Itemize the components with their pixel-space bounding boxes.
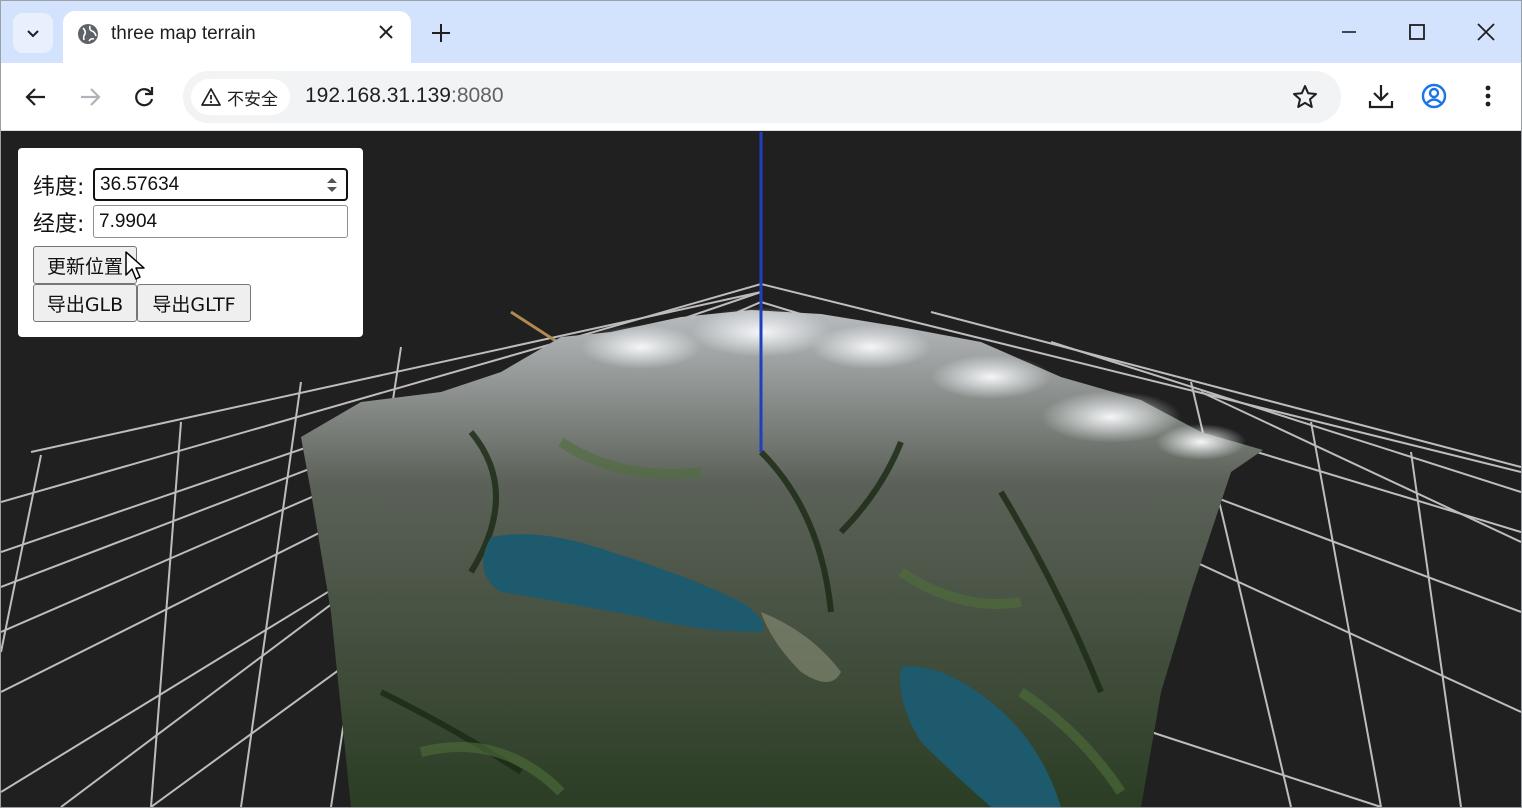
download-icon[interactable]	[1366, 81, 1396, 111]
longitude-label: 经度:	[33, 211, 85, 237]
browser-toolbar: 不安全 192.168.31.139:8080	[1, 63, 1521, 131]
more-vert-icon[interactable]	[1473, 81, 1503, 111]
longitude-input[interactable]: 7.9904	[93, 205, 348, 238]
plus-icon[interactable]	[427, 19, 455, 47]
profile-icon[interactable]	[1419, 81, 1449, 111]
tab-active[interactable]: three map terrain	[63, 11, 411, 63]
update-position-button[interactable]: 更新位置	[33, 246, 137, 284]
export-gltf-button[interactable]: 导出GLTF	[137, 284, 251, 322]
url-text[interactable]: 192.168.31.139:8080	[305, 84, 504, 108]
latitude-value: 36.57634	[100, 173, 180, 195]
three-canvas[interactable]: 纬度: 36.57634 经度: 7.9904 更新位置 导出GLB 导出GLT…	[1, 132, 1521, 807]
close-window-button[interactable]	[1471, 17, 1501, 47]
minimize-button[interactable]	[1334, 17, 1364, 47]
spinner-icon[interactable]	[326, 175, 338, 195]
longitude-value: 7.9904	[99, 210, 158, 232]
tab-title: three map terrain	[111, 23, 256, 44]
mouse-cursor-icon	[125, 251, 145, 280]
chevron-down-icon	[27, 30, 39, 38]
maximize-button[interactable]	[1402, 17, 1432, 47]
close-icon	[1477, 23, 1495, 41]
terrain-surface	[301, 310, 1263, 807]
tab-search-button[interactable]	[13, 13, 53, 53]
browser-window: three map terrain 不安全 192.168.31.139:808…	[0, 0, 1522, 808]
minimize-icon	[1342, 31, 1356, 33]
export-glb-button[interactable]: 导出GLB	[33, 284, 137, 322]
latitude-label: 纬度:	[33, 174, 85, 200]
security-chip[interactable]: 不安全	[191, 79, 290, 115]
control-panel: 纬度: 36.57634 经度: 7.9904 更新位置 导出GLB 导出GLT…	[18, 148, 363, 337]
globe-icon	[78, 24, 98, 44]
latitude-row: 纬度: 36.57634	[33, 168, 348, 201]
longitude-row: 经度: 7.9904	[33, 205, 348, 238]
url-port: :8080	[450, 84, 504, 107]
security-label: 不安全	[227, 89, 278, 110]
address-bar[interactable]: 不安全 192.168.31.139:8080	[183, 71, 1341, 123]
close-icon[interactable]	[375, 21, 397, 43]
warning-icon	[201, 88, 221, 106]
latitude-input[interactable]: 36.57634	[93, 168, 348, 201]
star-icon[interactable]	[1291, 83, 1319, 111]
arrow-left-icon[interactable]	[22, 83, 50, 111]
maximize-icon	[1409, 24, 1425, 40]
reload-icon[interactable]	[130, 83, 158, 111]
arrow-right-icon[interactable]	[76, 83, 104, 111]
url-host: 192.168.31.139	[305, 84, 451, 107]
tab-strip: three map terrain	[1, 1, 1521, 63]
